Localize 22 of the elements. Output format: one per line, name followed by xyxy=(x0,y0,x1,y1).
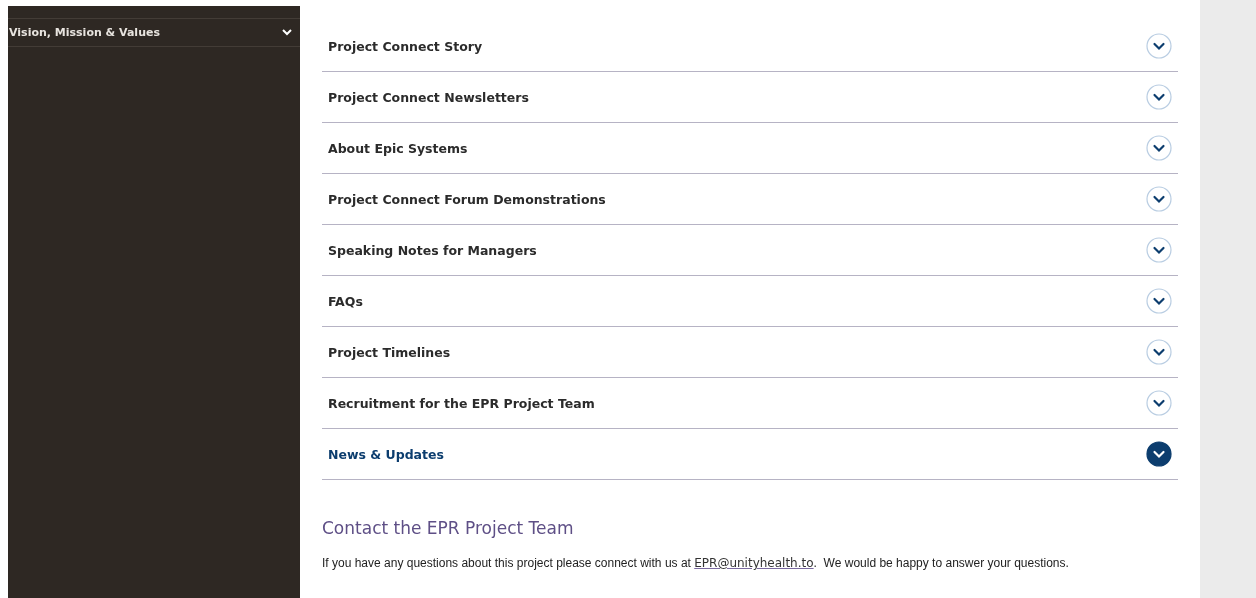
sidebar-item[interactable]: Vision, Mission & Values xyxy=(8,18,300,47)
email-link[interactable]: EPR@unityhealth.to xyxy=(694,556,814,570)
chevron-down-icon xyxy=(1146,390,1172,416)
contact-paragraph: If you have any questions about this project please connect with us at EPR@unityhealth.to. We would be happy to answer your questions. xyxy=(322,556,1070,570)
chevron-down-icon xyxy=(1146,186,1172,212)
section-heading: Contact the EPR Project Team xyxy=(322,518,575,538)
chevron-down-icon xyxy=(1146,135,1172,161)
chevron-down-icon xyxy=(1146,441,1172,467)
accordion-item[interactable]: Project Timelines xyxy=(322,327,1178,378)
chevron-down-icon xyxy=(1146,33,1172,59)
accordion-item[interactable]: FAQs xyxy=(322,276,1178,327)
chevron-down-icon xyxy=(1146,288,1172,314)
accordion-item[interactable]: Recruitment for the EPR Project Team xyxy=(322,378,1178,429)
accordion-item[interactable]: News & Updates xyxy=(322,429,1178,480)
accordion-item[interactable]: Project Connect Forum Demonstrations xyxy=(322,174,1178,225)
chevron-down-icon xyxy=(1146,84,1172,110)
chevron-down-icon xyxy=(1146,237,1172,263)
accordion-item[interactable]: Project Connect Newsletters xyxy=(322,72,1178,123)
accordion-item[interactable]: Project Connect Story xyxy=(322,21,1178,72)
accordion-item[interactable]: About Epic Systems xyxy=(322,123,1178,174)
accordion-item[interactable]: Speaking Notes for Managers xyxy=(322,225,1178,276)
chevron-down-icon xyxy=(1146,339,1172,365)
